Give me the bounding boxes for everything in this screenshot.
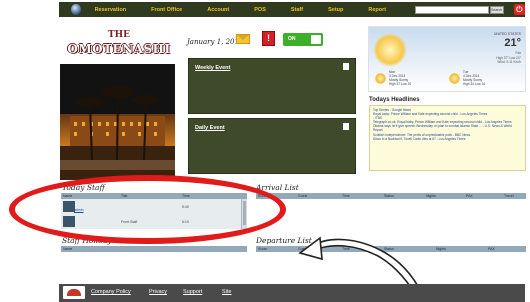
footer-logo [63,286,85,299]
footer-link-privacy[interactable]: Privacy [149,289,167,295]
footer: Company Policy Privacy Support Site [59,284,525,302]
footer-link-company-policy[interactable]: Company Policy [91,289,131,295]
annotation-callout-arrow [298,236,427,302]
footer-link-site[interactable]: Site [222,289,231,295]
footer-link-support[interactable]: Support [183,289,202,295]
